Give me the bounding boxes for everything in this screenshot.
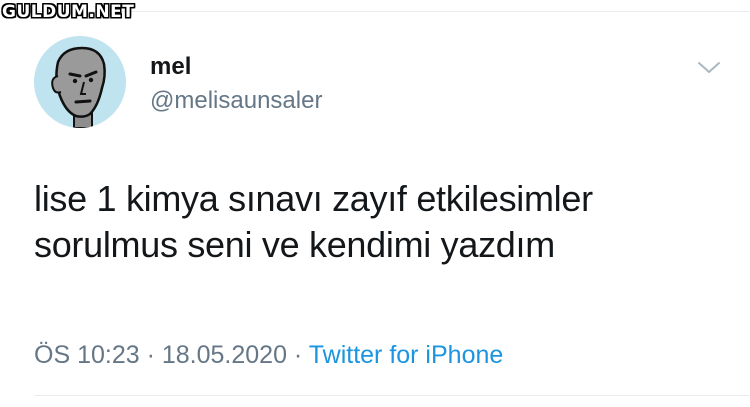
watermark-logo: GULDUM.NET [2,2,135,22]
tweet-text-line: sorulmus seni ve kendimi yazdım [34,224,555,265]
tweet-time[interactable]: ÖS 10:23 [34,341,140,369]
avatar[interactable] [34,36,126,128]
tweet-source-link[interactable]: Twitter for iPhone [309,341,504,369]
chevron-down-icon[interactable] [695,56,723,78]
tweet-date[interactable]: 18.05.2020 [162,341,287,369]
tweet-text: lise 1 kimya sınavı zayıf etkilesimler s… [34,176,724,268]
user-handle[interactable]: @melisaunsaler [150,86,322,116]
bottom-divider [34,395,750,396]
tweet-text-line: lise 1 kimya sınavı zayıf etkilesimler [34,178,593,219]
display-name[interactable]: mel [150,52,191,82]
meta-separator: · [286,341,309,369]
tweet-metadata: ÖS 10:23 · 18.05.2020 · Twitter for iPho… [34,338,503,372]
npc-face-icon [51,46,106,128]
meta-separator: · [139,341,162,369]
